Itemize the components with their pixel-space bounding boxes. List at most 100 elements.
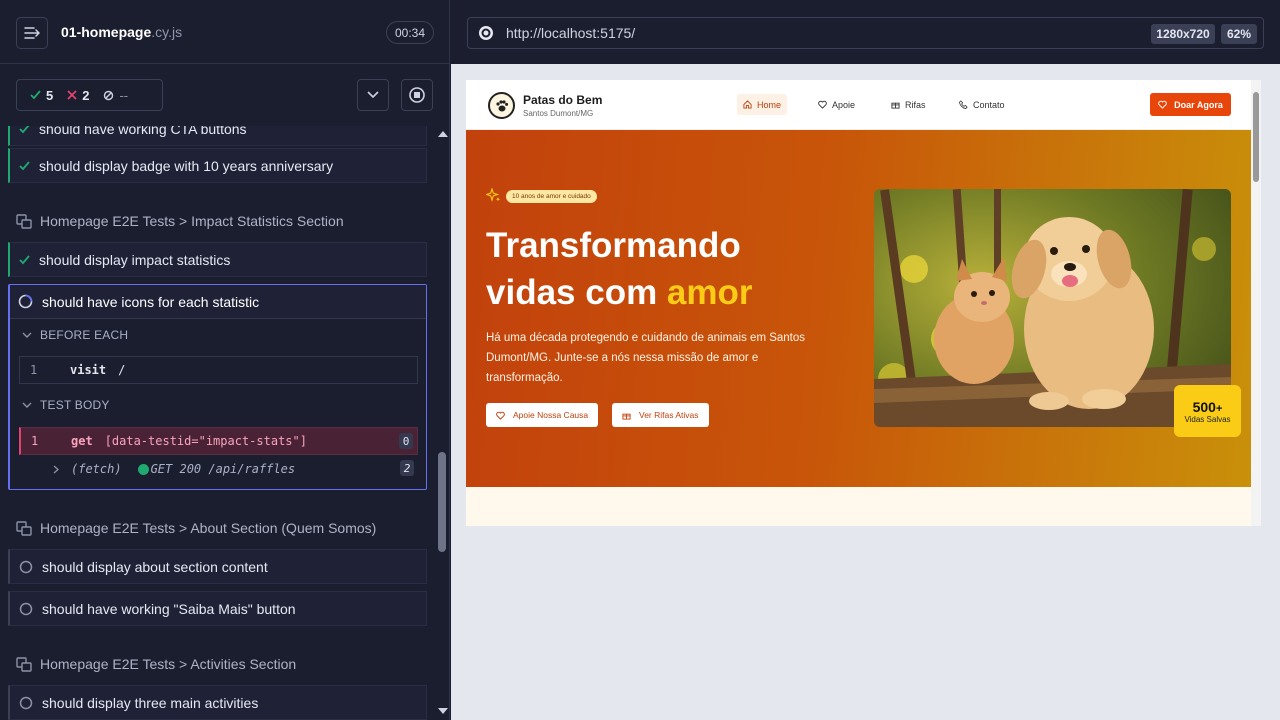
hook-label: TEST BODY <box>40 398 110 412</box>
expand-toggle-button[interactable] <box>357 79 389 111</box>
command-arg: [data-testid="impact-stats"] <box>104 434 307 448</box>
test-list: should have working CTA buttons should d… <box>0 126 436 720</box>
command-number: 1 <box>30 363 38 377</box>
suite-header[interactable]: Homepage E2E Tests > Impact Statistics S… <box>16 210 344 232</box>
nav-label: Apoie <box>832 99 856 110</box>
hero-section: 10 anos de amor e cuidado Transformando … <box>466 130 1251 487</box>
globe-icon <box>479 26 493 40</box>
app-iframe: Patas do Bem Santos Dumont/MG Home Apoie… <box>466 80 1261 526</box>
lives-saved-stat: 500+ Vidas Salvas <box>1174 385 1241 437</box>
zoom-level: 62% <box>1221 24 1257 44</box>
hook-label: BEFORE EACH <box>40 328 129 342</box>
test-item[interactable]: should have working "Saiba Mais" button <box>8 591 427 626</box>
chevron-down-icon <box>22 332 32 338</box>
suite-title: Homepage E2E Tests > Activities Section <box>40 656 297 672</box>
site-brand[interactable]: Patas do Bem <box>523 93 602 107</box>
test-title: should display three main activities <box>42 694 259 711</box>
nav-apoie[interactable]: Apoie <box>812 94 861 115</box>
reporter-scroll-thumb[interactable] <box>438 452 446 552</box>
test-title: should have working CTA buttons <box>39 126 247 137</box>
heart-icon <box>496 411 505 420</box>
pending-circle-icon <box>19 696 33 709</box>
x-icon <box>67 90 77 100</box>
iframe-scroll-thumb[interactable] <box>1253 92 1259 182</box>
suite-title: Homepage E2E Tests > About Section (Quem… <box>40 520 377 536</box>
active-test[interactable]: should have icons for each statistic BEF… <box>8 284 427 490</box>
nav-home[interactable]: Home <box>737 94 788 115</box>
support-cause-button[interactable]: Apoie Nossa Causa <box>486 403 599 427</box>
test-item[interactable]: should display impact statistics <box>8 242 427 277</box>
scroll-up-icon[interactable] <box>438 130 448 137</box>
test-title: should have working "Saiba Mais" button <box>42 600 296 617</box>
stat-plus: + <box>1215 402 1223 415</box>
active-test-header[interactable]: should have icons for each statistic <box>10 285 426 319</box>
nav-label: Rifas <box>905 99 926 110</box>
preview-header: http://localhost:5175/ 1280x720 62% <box>451 0 1280 64</box>
test-title: should display about section content <box>42 558 268 575</box>
request-count-badge: 2 <box>400 460 414 476</box>
scroll-down-icon[interactable] <box>438 708 448 715</box>
stat-value-row: 500+ <box>1193 399 1223 415</box>
nav-label: Contato <box>973 99 1005 110</box>
run-duration: 00:34 <box>386 21 434 44</box>
test-title: should display impact statistics <box>39 251 231 268</box>
heart-icon <box>1158 100 1167 109</box>
check-icon <box>19 254 30 264</box>
test-item[interactable]: should display about section content <box>8 549 427 584</box>
nav-rifas[interactable]: Rifas <box>885 94 932 115</box>
preview-panel: http://localhost:5175/ 1280x720 62% Pata… <box>451 0 1280 720</box>
anniversary-badge: 10 anos de amor e cuidado <box>506 190 597 203</box>
stop-button[interactable] <box>401 79 433 111</box>
fetch-text: GET 200 /api/raffles <box>150 462 296 476</box>
chevron-down-icon <box>367 91 379 99</box>
site-location: Santos Dumont/MG <box>523 109 594 118</box>
app-root: 01-homepage.cy.js 00:34 5 2 -- should ha… <box>0 0 1280 720</box>
stat-label: Vidas Salvas <box>1184 414 1231 424</box>
paw-logo-icon[interactable] <box>488 92 515 119</box>
spec-name: 01-homepage <box>61 24 152 40</box>
running-spinner-icon <box>18 294 33 309</box>
before-each-hook[interactable]: BEFORE EACH <box>22 328 128 342</box>
specs-menu-button[interactable] <box>16 17 48 49</box>
check-icon <box>19 160 30 170</box>
folder-stack-icon <box>16 521 32 536</box>
nav-contato[interactable]: Contato <box>953 94 1011 115</box>
hero-title: Transformando vidas com amor <box>486 222 826 316</box>
fetch-log[interactable]: (fetch) GET 200 /api/raffles 2 <box>19 455 418 483</box>
pending-count: -- <box>103 88 128 103</box>
suite-header[interactable]: Homepage E2E Tests > Activities Section <box>16 653 296 675</box>
failed-count: 2 <box>67 88 89 103</box>
folder-stack-icon <box>16 214 32 229</box>
viewport-size: 1280x720 <box>1151 24 1215 44</box>
phone-icon <box>959 100 968 109</box>
element-count-badge: 0 <box>399 433 413 449</box>
passed-count: 5 <box>30 88 53 103</box>
hero-title-highlight: amor <box>666 273 753 312</box>
command-visit[interactable]: 1 visit / <box>19 356 418 384</box>
spec-extension: .cy.js <box>151 24 183 40</box>
next-section <box>466 487 1251 526</box>
command-name: get <box>71 434 93 448</box>
suite-header[interactable]: Homepage E2E Tests > About Section (Quem… <box>16 517 376 539</box>
stat-value: 500 <box>1192 398 1216 415</box>
url-text: http://localhost:5175/ <box>506 25 636 41</box>
test-item[interactable]: should display three main activities <box>8 685 427 720</box>
sidebar-toggle-icon <box>24 27 40 39</box>
reporter-scrollbar[interactable] <box>436 126 449 720</box>
pending-circle-icon <box>19 560 33 573</box>
test-item[interactable]: should display badge with 10 years anniv… <box>8 148 427 183</box>
view-raffles-button[interactable]: Ver Rifas Ativas <box>612 403 709 427</box>
passed-value: 5 <box>46 87 54 103</box>
check-icon <box>30 90 41 100</box>
donate-button[interactable]: Doar Agora <box>1150 93 1231 116</box>
donate-label: Doar Agora <box>1174 99 1223 110</box>
gift-icon <box>622 413 631 420</box>
test-item[interactable]: should have working CTA buttons <box>8 126 427 146</box>
test-body-hook[interactable]: TEST BODY <box>22 398 110 412</box>
home-icon <box>743 100 752 109</box>
hero-description: Há uma década protegendo e cuidando de a… <box>486 332 806 384</box>
command-get-failed[interactable]: 1 get [data-testid="impact-stats"] 0 <box>19 427 418 455</box>
sparkle-icon <box>486 188 501 202</box>
heart-icon <box>818 100 827 109</box>
url-bar[interactable]: http://localhost:5175/ 1280x720 62% <box>467 17 1264 49</box>
